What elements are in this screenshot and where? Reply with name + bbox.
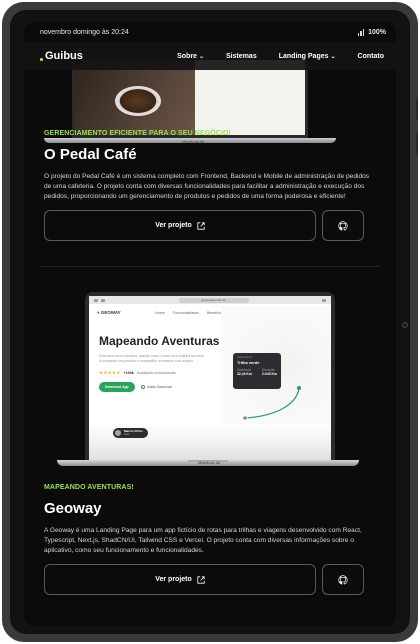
geoway-rating-label: Avaliações excepcionais xyxy=(136,371,176,375)
github-icon xyxy=(338,574,348,584)
view-project-button[interactable]: Ver projeto xyxy=(44,564,316,595)
external-link-icon xyxy=(197,221,205,230)
laptop-lid: gb.geoway.com.br ⌖ GEOWAY Home Funcional… xyxy=(85,292,335,462)
project-card-geoway: MAPEANDO AVENTURAS! Geoway A Geoway é um… xyxy=(44,484,374,595)
check-circle-icon xyxy=(140,385,145,389)
geoway-nav-link: Home xyxy=(155,310,165,315)
nav-item-label: Landing Pages xyxy=(278,52,329,60)
nav-item-label: Sobre xyxy=(177,52,197,60)
star-rating-icon: ★★★★★ xyxy=(99,370,121,375)
route-stat-value: 2:043 Km xyxy=(261,372,277,376)
external-link-icon xyxy=(197,575,205,584)
laptop-caption: MacBook Air xyxy=(198,460,221,465)
view-project-button[interactable]: Ver projeto xyxy=(44,210,316,241)
user-role: Guia xyxy=(124,433,129,436)
side-button xyxy=(416,132,418,154)
logo-dot-icon xyxy=(40,57,43,61)
route-stat-value: 32,44 Km xyxy=(237,372,252,376)
browser-button-icon xyxy=(101,298,105,302)
project-eyebrow: GERENCIAMENTO EFICIENTE PARA O SEU NEGÓC… xyxy=(44,130,231,137)
side-button xyxy=(416,98,418,120)
logo-text: Guibus xyxy=(45,50,83,62)
geoway-screenshot: gb.geoway.com.br ⌖ GEOWAY Home Funcional… xyxy=(89,296,331,462)
battery-level: 100% xyxy=(368,28,386,36)
geoway-hero: Mapeando Aventuras Descubra novos destin… xyxy=(99,334,229,392)
geoway-download-button: Download App xyxy=(99,382,135,392)
view-project-label: Ver projeto xyxy=(155,576,192,583)
project-card-pedal-cafe: GERENCIAMENTO EFICIENTE PARA O SEU NEGÓC… xyxy=(44,130,374,241)
laptop-screen xyxy=(72,60,308,138)
view-project-label: Ver projeto xyxy=(155,222,192,229)
nav-item-label: Sistemas xyxy=(225,52,257,60)
project-description: O projeto do Pedal Café é um sistema com… xyxy=(44,173,370,200)
avatar xyxy=(115,430,121,436)
geoway-cta: Download App Grátis Download xyxy=(99,382,229,392)
nav-item-landing-pages[interactable]: Landing Pages ⌄ xyxy=(279,53,336,60)
status-bar: novembro domingo às 20:24 100% xyxy=(24,22,396,42)
nav-item-contato[interactable]: Contato xyxy=(358,53,384,60)
project-title: Geoway xyxy=(44,500,102,517)
nav-item-sobre[interactable]: Sobre ⌄ xyxy=(177,53,204,60)
geoway-rating-count: +100k xyxy=(123,371,134,375)
route-line-icon xyxy=(242,386,301,421)
geoway-user-chip: Marcio Pinho Guia xyxy=(113,428,148,438)
nav-links: Sobre ⌄ Sistemas Landing Pages ⌄ Contato xyxy=(177,53,384,60)
signal-icon xyxy=(357,28,365,36)
geoway-rating: ★★★★★ +100k Avaliações excepcionais xyxy=(99,370,229,376)
logo[interactable]: Guibus xyxy=(40,50,83,62)
browser-button-icon xyxy=(322,298,326,302)
camera-icon xyxy=(402,322,408,328)
github-icon xyxy=(338,220,348,230)
nav-item-label: Contato xyxy=(357,52,384,60)
chevron-down-icon: ⌄ xyxy=(330,53,336,60)
project-actions: Ver projeto xyxy=(44,564,374,595)
project-eyebrow: MAPEANDO AVENTURAS! xyxy=(44,484,134,491)
project-title: O Pedal Café xyxy=(44,146,137,163)
project-actions: Ver projeto xyxy=(44,210,374,241)
browser-url: gb.geoway.com.br xyxy=(178,297,249,303)
route-card-stats: Distância 32,44 Km Duração 2:043 Km xyxy=(237,368,277,376)
geoway-logo-text: GEOWAY xyxy=(100,310,121,315)
screen: novembro domingo às 20:24 100% Guibus So… xyxy=(24,22,396,626)
top-nav: Guibus Sobre ⌄ Sistemas Landing Pages ⌄ Co… xyxy=(24,42,396,70)
section-divider xyxy=(40,266,380,267)
coffee-cup-image xyxy=(115,86,161,116)
coffee-photo xyxy=(75,60,195,135)
geoway-free-label: Grátis Download xyxy=(140,385,172,389)
status-right: 100% xyxy=(357,28,386,36)
github-button[interactable] xyxy=(322,210,364,241)
geoway-free-text: Grátis Download xyxy=(146,385,172,389)
project-preview-laptop: gb.geoway.com.br ⌖ GEOWAY Home Funcional… xyxy=(57,292,359,468)
screen-light-area xyxy=(195,60,305,135)
browser-button-icon xyxy=(94,298,98,302)
geoway-hero-title: Mapeando Aventuras xyxy=(99,334,220,348)
geoway-logo: ⌖ GEOWAY xyxy=(97,310,121,315)
browser-bar: gb.geoway.com.br xyxy=(89,296,331,304)
project-description: A Geoway é uma Landing Page para um app … xyxy=(44,527,362,554)
nav-item-sistemas[interactable]: Sistemas xyxy=(226,53,257,60)
route-card-value: Trilha verde xyxy=(237,360,260,365)
status-datetime: novembro domingo às 20:24 xyxy=(40,28,129,36)
geoway-nav-link: Funcionalidades xyxy=(172,310,200,315)
route-card-label: Você está em xyxy=(237,356,253,359)
github-button[interactable] xyxy=(322,564,364,595)
geoway-hero-subtitle: Descubra novos destinos, planeje rotas e… xyxy=(99,354,205,363)
chevron-down-icon: ⌄ xyxy=(198,53,204,60)
